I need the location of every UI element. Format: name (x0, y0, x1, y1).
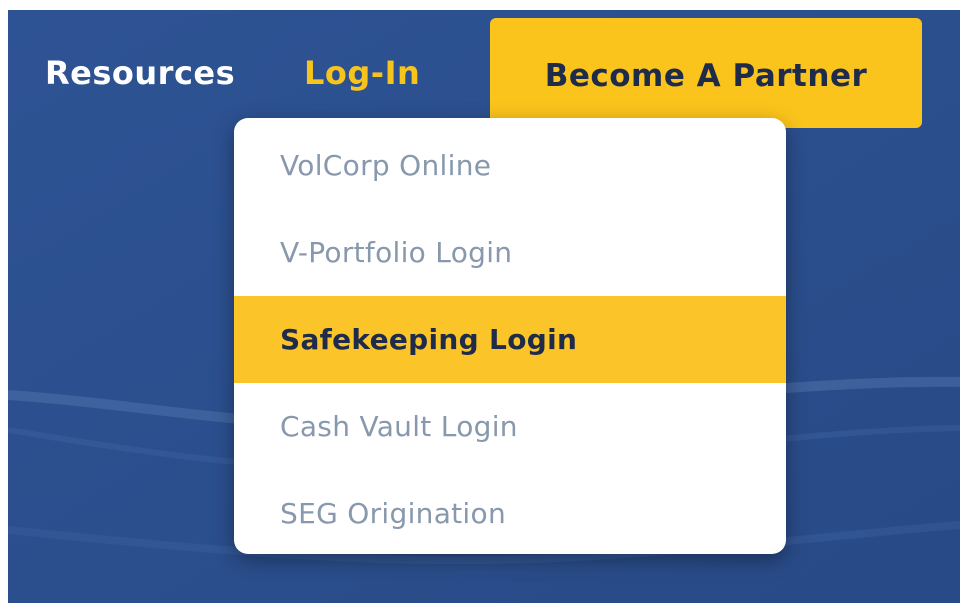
login-dropdown-menu: VolCorp Online V-Portfolio Login Safekee… (234, 118, 786, 554)
header-navigation: Resources Log-In Become A Partner VolCor… (8, 10, 960, 603)
nav-resources-link[interactable]: Resources (45, 54, 235, 92)
menu-item-safekeeping-login[interactable]: Safekeeping Login (234, 296, 786, 383)
menu-item-volcorp-online[interactable]: VolCorp Online (234, 122, 786, 209)
menu-item-seg-origination[interactable]: SEG Origination (234, 470, 786, 554)
nav-login-link[interactable]: Log-In (304, 54, 420, 92)
become-partner-button[interactable]: Become A Partner (490, 18, 922, 128)
menu-item-cash-vault-login[interactable]: Cash Vault Login (234, 383, 786, 470)
menu-item-v-portfolio-login[interactable]: V-Portfolio Login (234, 209, 786, 296)
